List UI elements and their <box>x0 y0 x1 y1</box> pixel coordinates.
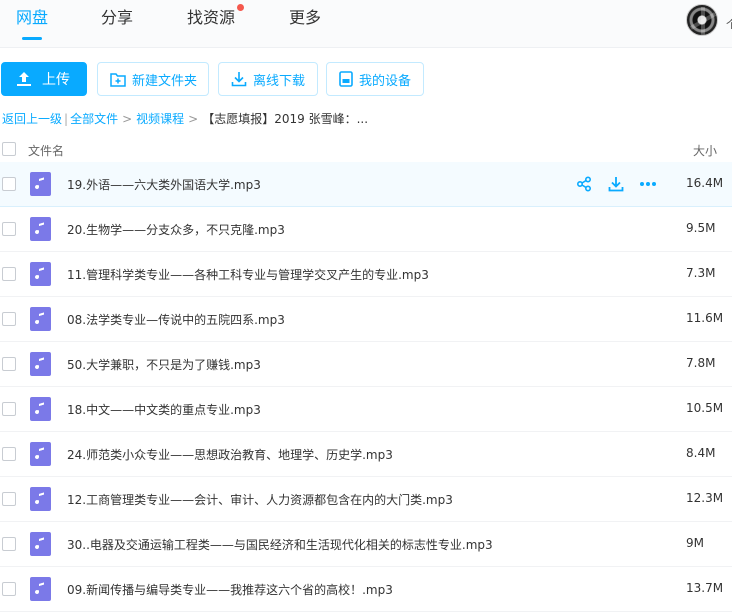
breadcrumb-separator: > <box>188 112 199 126</box>
tab-netdisk[interactable]: 网盘 <box>16 8 48 44</box>
column-size[interactable]: 大小 <box>693 142 717 159</box>
row-checkbox[interactable] <box>2 447 16 461</box>
avatar[interactable] <box>686 4 718 36</box>
file-size: 11.6M <box>686 311 724 325</box>
file-size: 8.4M <box>686 446 716 460</box>
new-folder-button[interactable]: 新建文件夹 <box>97 62 209 96</box>
row-checkbox[interactable] <box>2 312 16 326</box>
file-name[interactable]: 08.法学类专业—传说中的五院四系.mp3 <box>67 311 285 328</box>
audio-file-icon <box>30 397 51 421</box>
more-icon[interactable] <box>638 174 658 194</box>
file-size: 16.4M <box>686 176 724 190</box>
table-header: 文件名 大小 <box>0 138 732 162</box>
breadcrumb: 返回上一级 | 全部文件 > 视频课程 > 【志愿填报】2019 张雪峰：... <box>2 110 368 127</box>
notification-badge <box>237 4 244 11</box>
row-checkbox[interactable] <box>2 402 16 416</box>
folder-link[interactable]: 视频课程 <box>136 112 184 126</box>
new-folder-label: 新建文件夹 <box>132 73 198 89</box>
new-folder-icon <box>110 72 126 87</box>
top-nav: 网盘 分享 找资源 更多 个 <box>0 0 732 48</box>
table-row[interactable]: 24.师范类小众专业——思想政治教育、地理学、历史学.mp3 8.4M <box>0 432 732 477</box>
username-edge[interactable]: 个 <box>726 16 732 32</box>
file-name[interactable]: 18.中文——中文类的重点专业.mp3 <box>67 401 261 418</box>
audio-file-icon <box>30 352 51 376</box>
file-size: 7.8M <box>686 356 716 370</box>
table-row[interactable]: 20.生物学——分支众多，不只克隆.mp3 9.5M <box>0 207 732 252</box>
file-name[interactable]: 24.师范类小众专业——思想政治教育、地理学、历史学.mp3 <box>67 446 393 463</box>
share-icon[interactable] <box>574 174 594 194</box>
table-row[interactable]: 08.法学类专业—传说中的五院四系.mp3 11.6M <box>0 297 732 342</box>
audio-file-icon <box>30 262 51 286</box>
tab-find-resources[interactable]: 找资源 <box>187 8 235 44</box>
table-row[interactable]: 09.新闻传播与编导类专业——我推荐这六个省的高校！.mp3 13.7M <box>0 567 732 612</box>
upload-label: 上传 <box>42 72 70 88</box>
column-filename[interactable]: 文件名 <box>28 142 64 159</box>
file-name[interactable]: 50.大学兼职，不只是为了赚钱.mp3 <box>67 356 261 373</box>
file-size: 9.5M <box>686 221 716 235</box>
row-actions <box>574 174 658 194</box>
breadcrumb-divider: | <box>64 112 69 126</box>
toolbar: 上传 新建文件夹 离线下载 我的设备 <box>0 62 732 98</box>
table-row[interactable]: 50.大学兼职，不只是为了赚钱.mp3 7.8M <box>0 342 732 387</box>
all-files-link[interactable]: 全部文件 <box>70 112 118 126</box>
file-name[interactable]: 11.管理科学类专业——各种工科专业与管理学交叉产生的专业.mp3 <box>67 266 429 283</box>
row-checkbox[interactable] <box>2 357 16 371</box>
breadcrumb-separator: > <box>122 112 133 126</box>
audio-file-icon <box>30 532 51 556</box>
file-name[interactable]: 30..电器及交通运输工程类——与国民经济和生活现代化相关的标志性专业.mp3 <box>67 536 493 553</box>
select-all-checkbox[interactable] <box>2 142 16 156</box>
back-link[interactable]: 返回上一级 <box>2 112 62 126</box>
offline-download-button[interactable]: 离线下载 <box>218 62 318 96</box>
file-name[interactable]: 12.工商管理类专业——会计、审计、人力资源都包含在内的大门类.mp3 <box>67 491 453 508</box>
audio-file-icon <box>30 577 51 601</box>
file-size: 13.7M <box>686 581 724 595</box>
upload-button[interactable]: 上传 <box>1 62 87 96</box>
audio-file-icon <box>30 307 51 331</box>
table-row[interactable]: 30..电器及交通运输工程类——与国民经济和生活现代化相关的标志性专业.mp3 … <box>0 522 732 567</box>
row-checkbox[interactable] <box>2 537 16 551</box>
table-row[interactable]: 11.管理科学类专业——各种工科专业与管理学交叉产生的专业.mp3 7.3M <box>0 252 732 297</box>
download-icon[interactable] <box>606 174 626 194</box>
table-row[interactable]: 12.工商管理类专业——会计、审计、人力资源都包含在内的大门类.mp3 12.3… <box>0 477 732 522</box>
my-devices-label: 我的设备 <box>359 73 412 89</box>
row-checkbox[interactable] <box>2 222 16 236</box>
offline-download-label: 离线下载 <box>253 73 306 89</box>
device-icon <box>339 71 353 87</box>
file-size: 12.3M <box>686 491 724 505</box>
file-name[interactable]: 19.外语——六大类外国语大学.mp3 <box>67 176 261 193</box>
file-size: 9M <box>686 536 704 550</box>
my-devices-button[interactable]: 我的设备 <box>326 62 424 96</box>
download-icon <box>231 72 247 87</box>
file-size: 10.5M <box>686 401 724 415</box>
tab-more[interactable]: 更多 <box>289 8 321 44</box>
audio-file-icon <box>30 442 51 466</box>
table-row[interactable]: 18.中文——中文类的重点专业.mp3 10.5M <box>0 387 732 432</box>
upload-icon <box>17 72 31 86</box>
tab-share[interactable]: 分享 <box>101 8 133 44</box>
row-checkbox[interactable] <box>2 267 16 281</box>
file-name[interactable]: 20.生物学——分支众多，不只克隆.mp3 <box>67 221 285 238</box>
file-list: 19.外语——六大类外国语大学.mp3 16.4M 20.生物学——分支众多，不… <box>0 162 732 612</box>
file-name[interactable]: 09.新闻传播与编导类专业——我推荐这六个省的高校！.mp3 <box>67 581 393 598</box>
file-size: 7.3M <box>686 266 716 280</box>
row-checkbox[interactable] <box>2 492 16 506</box>
audio-file-icon <box>30 217 51 241</box>
current-folder: 【志愿填报】2019 张雪峰：... <box>202 112 369 126</box>
table-row[interactable]: 19.外语——六大类外国语大学.mp3 16.4M <box>0 162 732 207</box>
audio-file-icon <box>30 172 51 196</box>
audio-file-icon <box>30 487 51 511</box>
row-checkbox[interactable] <box>2 582 16 596</box>
row-checkbox[interactable] <box>2 177 16 191</box>
